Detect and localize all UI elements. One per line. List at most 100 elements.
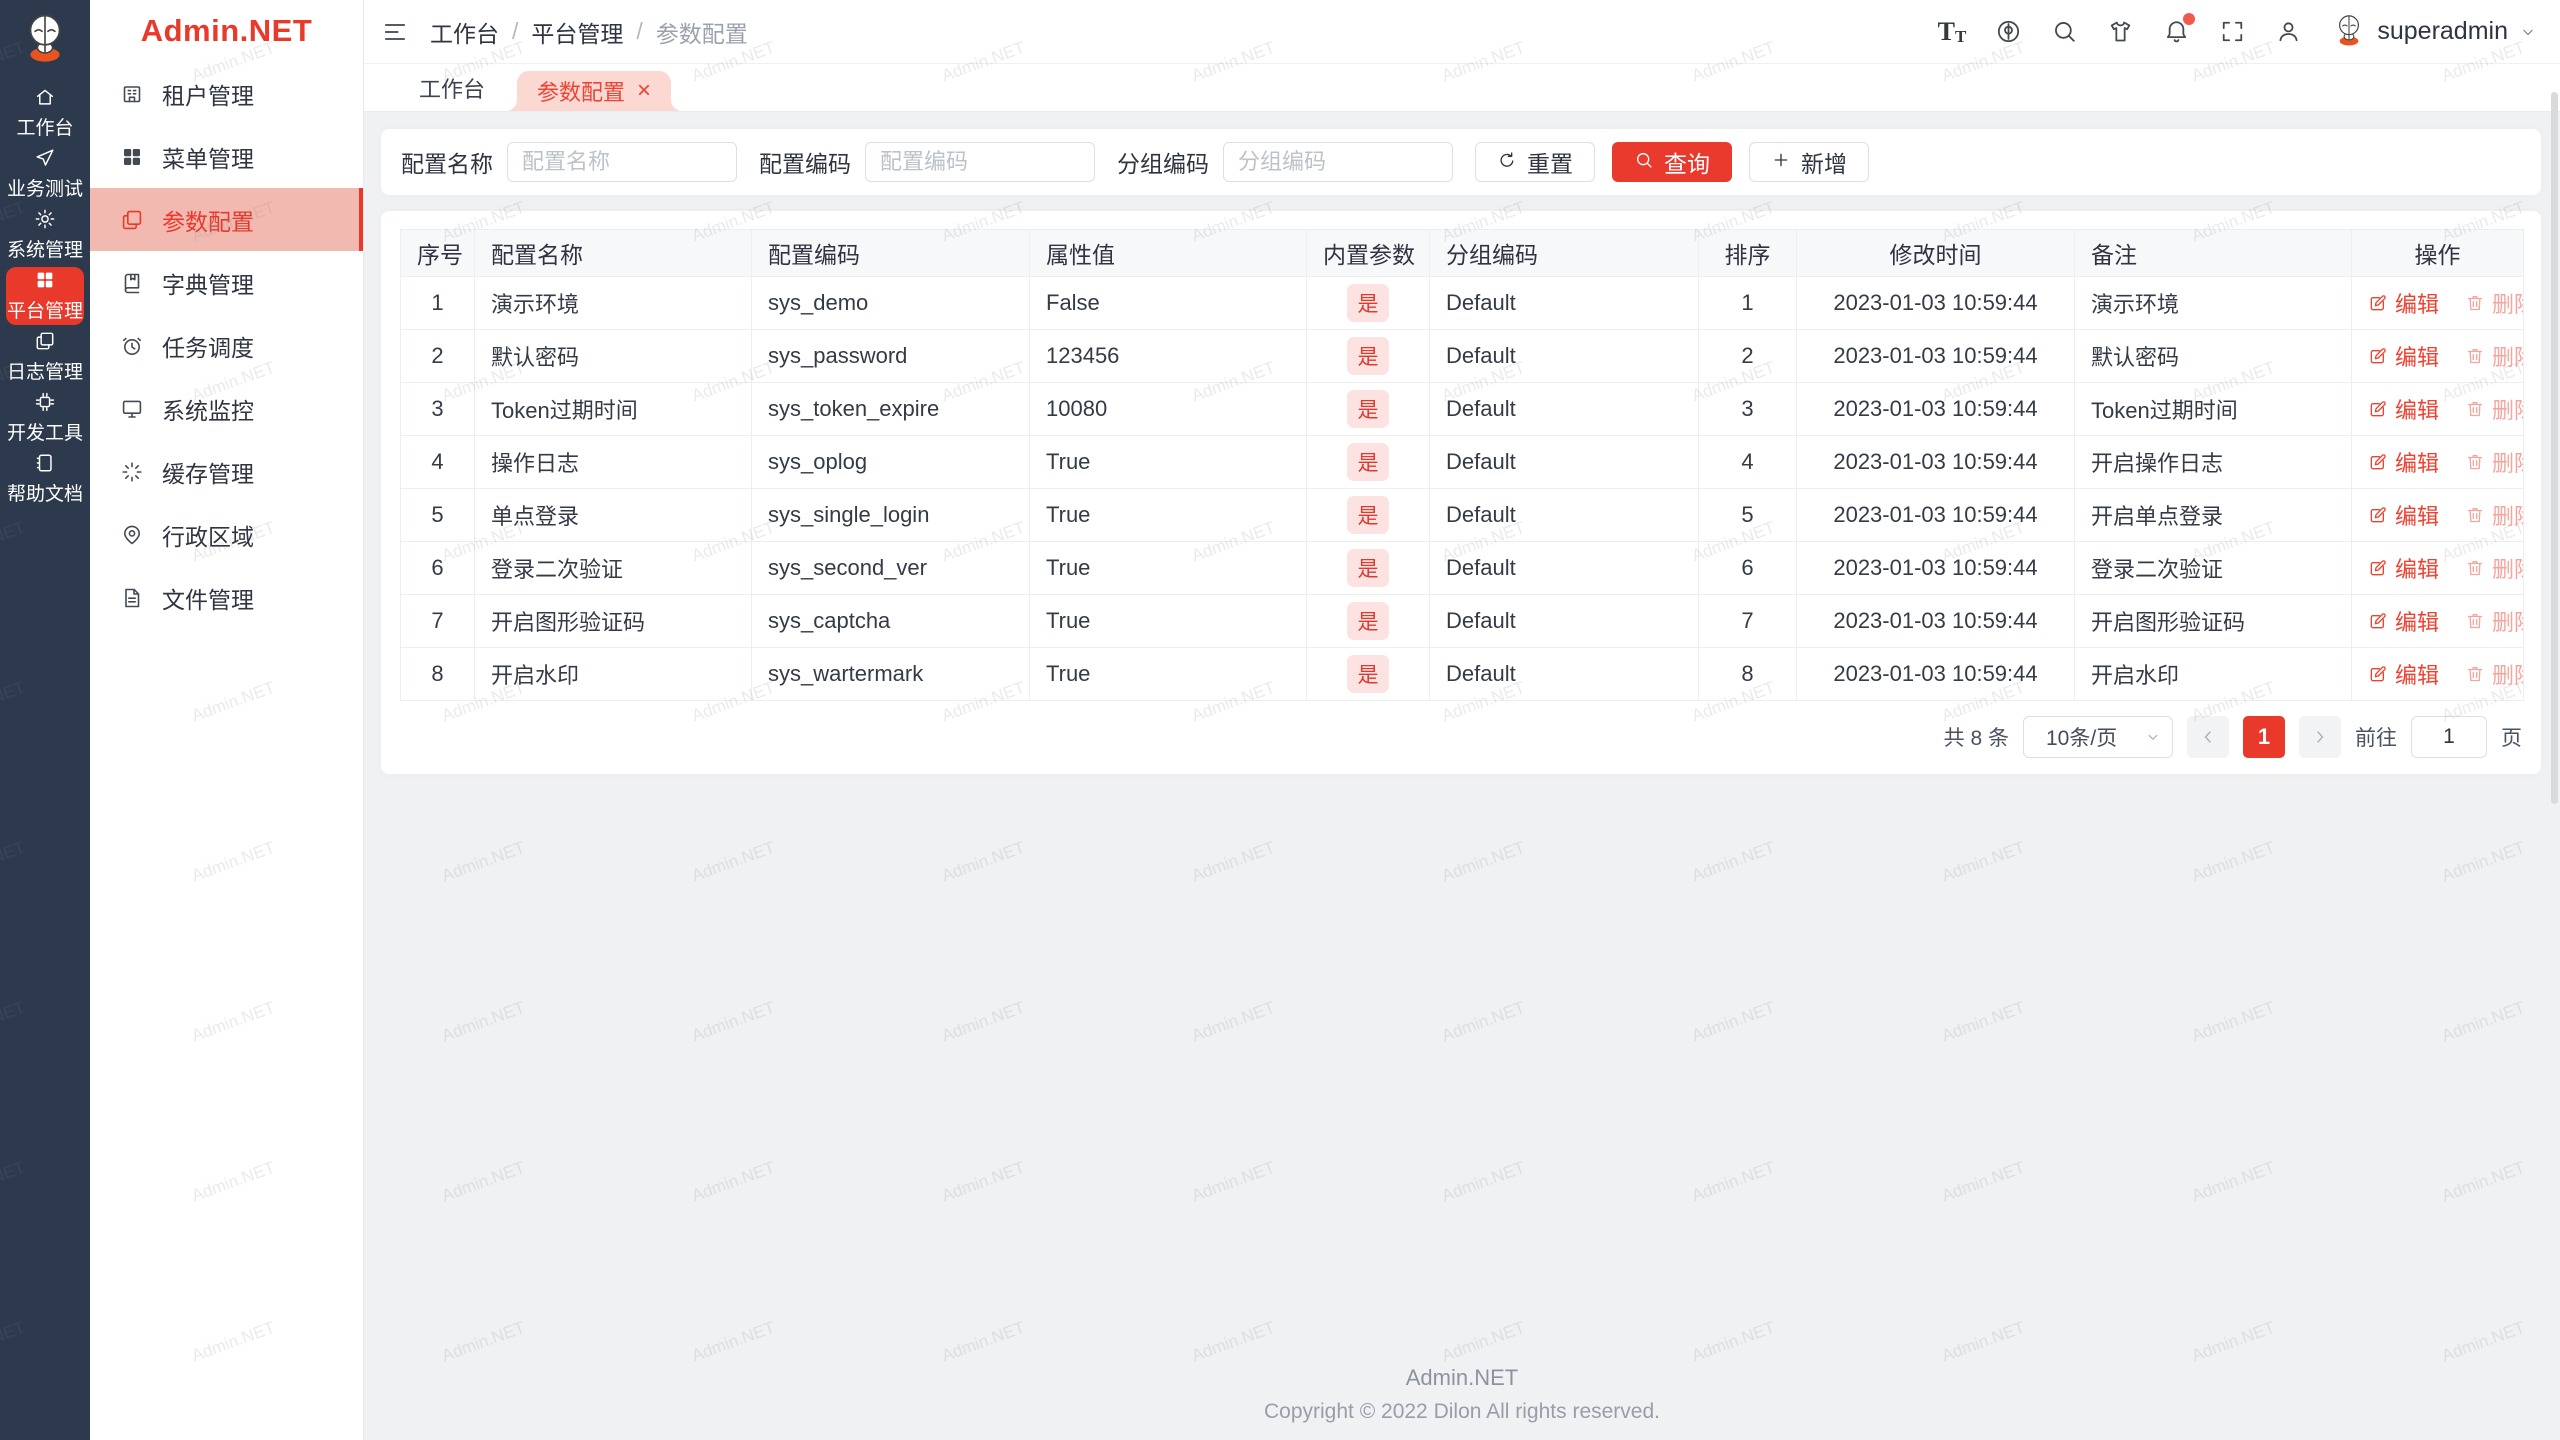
rail-item-home[interactable]: 工作台 (6, 84, 84, 142)
goto-page-input[interactable] (2411, 716, 2487, 758)
delete-button[interactable]: 删除 (2465, 340, 2523, 372)
add-button[interactable]: 新增 (1749, 142, 1869, 182)
search-icon (1637, 152, 1652, 168)
submenu-item-pin[interactable]: 行政区域 (90, 503, 363, 566)
edit-button[interactable]: 编辑 (2368, 446, 2439, 478)
breadcrumb-item[interactable]: 平台管理 (531, 15, 623, 49)
cell-name: 默认密码 (474, 329, 752, 383)
column-header: 备注 (2074, 229, 2352, 277)
config-table: 序号 配置名称 配置编码 属性值 内置参数 分组编码 排序 修改时间 备注 操作 1 演示环境 sys… (400, 229, 2524, 701)
theme-button[interactable] (2107, 18, 2134, 45)
cell-seq: 4 (400, 435, 475, 489)
primary-sidebar: 工作台 业务测试 系统管理 平台管理 日志管理 开发工具 帮助文档 (0, 0, 90, 1440)
delete-label: 删除 (2492, 292, 2522, 317)
delete-button[interactable]: 删除 (2465, 499, 2523, 531)
person-icon (2279, 22, 2298, 42)
page-size-chevron (2144, 728, 2162, 746)
profile-button[interactable] (2275, 18, 2302, 45)
rail-item-grid[interactable]: 平台管理 (6, 267, 84, 325)
edit-icon (2370, 507, 2386, 523)
language-icon (1998, 20, 2020, 43)
edit-icon (2370, 560, 2386, 576)
cell-seq: 6 (400, 541, 475, 595)
delete-button[interactable]: 删除 (2465, 393, 2523, 425)
cell-value: True (1029, 647, 1307, 701)
fullscreen-button[interactable] (2219, 18, 2246, 45)
column-header: 属性值 (1029, 229, 1307, 277)
next-page-button[interactable] (2299, 716, 2341, 758)
filter-input-3[interactable] (1223, 142, 1453, 182)
breadcrumb-separator: / (636, 18, 643, 44)
cell-value: True (1029, 594, 1307, 648)
cell-code: sys_demo (751, 276, 1030, 330)
builtin-badge: 是 (1347, 337, 1389, 375)
delete-label: 删除 (2492, 663, 2522, 688)
notifications-button[interactable] (2163, 13, 2196, 45)
rail-item-notebook[interactable]: 帮助文档 (6, 450, 84, 508)
edit-icon (2370, 666, 2386, 682)
delete-button[interactable]: 删除 (2465, 287, 2523, 319)
breadcrumb-item[interactable]: 工作台 (430, 15, 499, 49)
cell-ops: 编辑 删除 (2351, 435, 2524, 489)
trash-icon (2467, 614, 2483, 629)
reset-button[interactable]: 重置 (1475, 142, 1595, 182)
cell-name: 单点登录 (474, 488, 752, 542)
trash-icon (2467, 508, 2483, 523)
submenu-item-dict[interactable]: 字典管理 (90, 251, 363, 314)
rail-item-send[interactable]: 业务测试 (6, 145, 84, 203)
main-area: 工作台 / 平台管理 / 参数配置 TT superadmin 工作台 参数配置 × (364, 0, 2560, 1440)
tab-close-icon[interactable]: × (637, 79, 651, 103)
submenu-item-copy[interactable]: 参数配置 (90, 188, 363, 251)
topbar-left: 工作台 / 平台管理 / 参数配置 (382, 15, 748, 49)
cell-sort: 4 (1698, 435, 1797, 489)
filter-input-1[interactable] (507, 142, 737, 182)
submenu-item-building[interactable]: 租户管理 (90, 62, 363, 125)
scrollbar-thumb[interactable] (2551, 92, 2558, 804)
cell-seq: 7 (400, 594, 475, 648)
prev-page-button[interactable] (2187, 716, 2229, 758)
submenu-item-file[interactable]: 文件管理 (90, 566, 363, 629)
tab-active[interactable]: 参数配置 × (505, 71, 684, 111)
cell-time: 2023-01-03 10:59:44 (1796, 382, 2075, 436)
filter-input-2[interactable] (865, 142, 1095, 182)
delete-button[interactable]: 删除 (2465, 552, 2523, 584)
delete-button[interactable]: 删除 (2465, 658, 2523, 690)
font-size-button[interactable]: TT (1938, 18, 1967, 45)
collapse-menu-button[interactable] (382, 19, 408, 45)
submenu-item-monitor[interactable]: 系统监控 (90, 377, 363, 440)
rail-item-chip[interactable]: 开发工具 (6, 389, 84, 447)
hamburger-icon (384, 23, 406, 40)
rail-item-copy[interactable]: 日志管理 (6, 328, 84, 386)
cell-remark: Token过期时间 (2074, 382, 2352, 436)
user-menu[interactable]: superadmin (2331, 11, 2538, 52)
tab-bar: 工作台 参数配置 × (364, 64, 2560, 112)
page-size-select[interactable]: 10条/页 (2023, 716, 2173, 758)
submenu-item-grid[interactable]: 菜单管理 (90, 125, 363, 188)
submenu-item-spinner[interactable]: 缓存管理 (90, 440, 363, 503)
edit-button[interactable]: 编辑 (2368, 605, 2439, 637)
delete-button[interactable]: 删除 (2465, 446, 2523, 478)
trash-icon (2467, 349, 2483, 364)
language-button[interactable] (1995, 18, 2022, 45)
edit-button[interactable]: 编辑 (2368, 287, 2439, 319)
filter-label: 配置编码 (759, 151, 851, 177)
edit-button[interactable]: 编辑 (2368, 499, 2439, 531)
builtin-badge: 是 (1347, 602, 1389, 640)
cell-builtin: 是 (1306, 488, 1430, 542)
cell-seq: 1 (400, 276, 475, 330)
search-button[interactable]: 查询 (1612, 142, 1732, 182)
submenu-item-alarm[interactable]: 任务调度 (90, 314, 363, 377)
tab-item[interactable]: 工作台 (401, 65, 503, 111)
delete-button[interactable]: 删除 (2465, 605, 2523, 637)
column-header: 内置参数 (1306, 229, 1430, 277)
edit-button[interactable]: 编辑 (2368, 393, 2439, 425)
global-search-button[interactable] (2051, 18, 2078, 45)
builtin-badge: 是 (1347, 655, 1389, 693)
edit-button[interactable]: 编辑 (2368, 658, 2439, 690)
cell-sort: 1 (1698, 276, 1797, 330)
rail-item-gear[interactable]: 系统管理 (6, 206, 84, 264)
cell-seq: 8 (400, 647, 475, 701)
current-page-button[interactable]: 1 (2243, 716, 2285, 758)
edit-button[interactable]: 编辑 (2368, 552, 2439, 584)
edit-button[interactable]: 编辑 (2368, 340, 2439, 372)
